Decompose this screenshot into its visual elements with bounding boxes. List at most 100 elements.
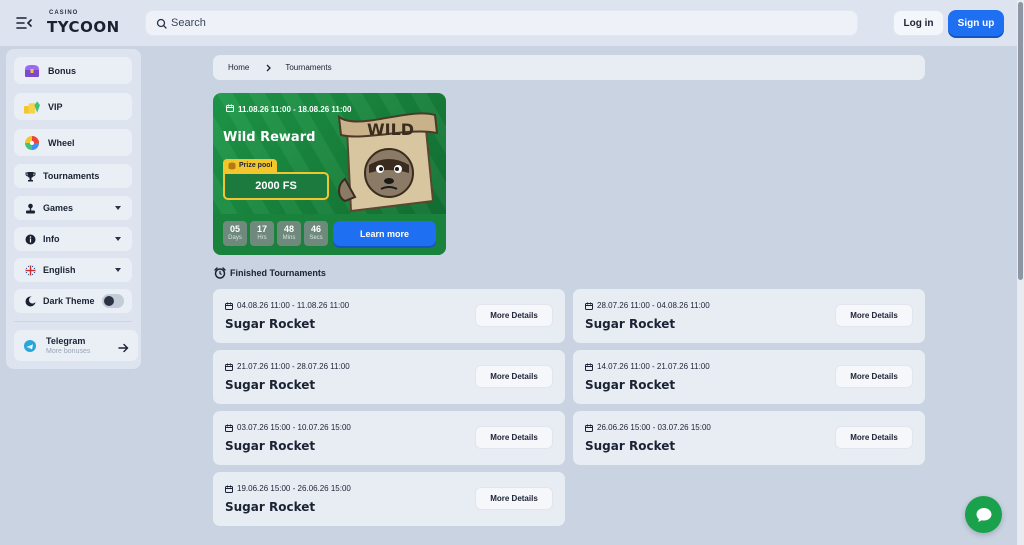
tournament-card-dates-text: 19.06.26 15:00 - 26.06.26 15:00 [237,484,351,493]
countdown-value: 17 [256,224,267,234]
calendar-icon [585,424,593,432]
countdown-seconds: 46 Secs [304,221,328,246]
countdown-unit: Secs [309,235,323,241]
casino-tycoon-logo[interactable]: CASINO TYCOON [47,9,119,37]
tournament-card-dates: 03.07.26 15:00 - 10.07.26 15:00 [225,423,351,432]
sidebar-item-vip[interactable]: VIP [14,93,132,120]
more-details-button[interactable]: More Details [835,365,913,388]
treasure-chest-icon [24,63,40,79]
wild-raccoon-illustration: WILD [329,101,441,218]
info-icon [24,233,36,245]
breadcrumb: Home Tournaments [213,55,925,80]
chevron-right-icon [266,64,272,72]
tournament-card-name: Sugar Rocket [225,500,316,514]
tournament-card: 21.07.26 11:00 - 28.07.26 11:00 Sugar Ro… [213,350,565,404]
scrollbar-thumb[interactable] [1018,2,1023,280]
telegram-title: Telegram [46,336,86,346]
countdown-unit: Mins [282,235,296,241]
more-details-button[interactable]: More Details [475,426,553,449]
tournament-card: 04.08.26 11:00 - 11.08.26 11:00 Sugar Ro… [213,289,565,343]
tournament-card-name: Sugar Rocket [585,439,676,453]
calendar-icon [225,363,233,371]
signup-button[interactable]: Sign up [948,10,1004,36]
countdown-unit: Hrs [257,235,267,241]
prize-pool-label-text: Prize pool [239,162,273,169]
more-details-button[interactable]: More Details [835,304,913,327]
support-chat-button[interactable] [965,496,1002,533]
sidebar-item-info[interactable]: Info [14,227,132,251]
tournament-card-dates: 14.07.26 11:00 - 21.07.26 11:00 [585,362,710,371]
sidebar-item-label: English [43,265,76,275]
sidebar: Bonus VIP Wheel Tournaments Games Info E… [6,49,141,369]
sidebar-item-label: Wheel [48,137,75,148]
tournament-card-dates: 28.07.26 11:00 - 04.08.26 11:00 [585,301,710,310]
breadcrumb-home[interactable]: Home [228,63,249,72]
telegram-icon [24,340,36,352]
tournament-card-dates: 21.07.26 11:00 - 28.07.26 11:00 [225,362,350,371]
sidebar-item-language[interactable]: English [14,258,132,282]
finished-tournaments-heading: Finished Tournaments [214,267,326,279]
tournament-card-name: Sugar Rocket [585,378,676,392]
tournament-card: 14.07.26 11:00 - 21.07.26 11:00 Sugar Ro… [573,350,925,404]
more-details-button[interactable]: More Details [475,365,553,388]
chevron-down-icon [115,206,121,210]
wheel-icon [24,135,40,151]
tournament-card-dates-text: 28.07.26 11:00 - 04.08.26 11:00 [597,301,710,310]
logo-small-text: CASINO [49,10,79,16]
countdown-minutes: 48 Mins [277,221,301,246]
finished-tournaments-title: Finished Tournaments [230,268,326,278]
search-bar[interactable]: Search [145,10,858,36]
sidebar-item-bonus[interactable]: Bonus [14,57,132,84]
tournament-card-name: Sugar Rocket [225,378,316,392]
toggle-knob [104,296,114,306]
more-details-button[interactable]: More Details [475,304,553,327]
prize-pool-value: 2000 FS [223,172,329,200]
calendar-icon [585,363,593,371]
more-details-button[interactable]: More Details [475,487,553,510]
learn-more-button[interactable]: Learn more [333,221,436,246]
tournament-title: Wild Reward [223,130,316,145]
tournament-card-dates-text: 14.07.26 11:00 - 21.07.26 11:00 [597,362,710,371]
top-header: CASINO TYCOON Search Log in Sign up [0,0,1024,46]
telegram-link[interactable]: Telegram More bonuses [14,330,138,361]
alarm-clock-icon [214,267,226,279]
calendar-icon [225,485,233,493]
uk-flag-icon [24,264,36,276]
breadcrumb-current: Tournaments [285,63,332,72]
collapse-menu-icon[interactable] [12,12,36,34]
tournament-card-dates-text: 04.08.26 11:00 - 11.08.26 11:00 [237,301,350,310]
calendar-icon [226,104,234,114]
search-icon [156,18,167,29]
tournament-dates: 11.08.26 11:00 - 18.08.26 11:00 [226,104,351,114]
wild-sign-text: WILD [367,120,414,139]
sidebar-divider [14,321,132,322]
active-tournament-card: WILD 11.08.26 11:00 - 18.08.26 11:00 Wil… [213,93,446,255]
tournament-card-dates-text: 26.06.26 15:00 - 03.07.26 15:00 [597,423,711,432]
tournament-card-dates: 04.08.26 11:00 - 11.08.26 11:00 [225,301,349,310]
sidebar-item-label: Bonus [48,65,76,76]
chat-bubble-icon [976,507,991,522]
vip-icon [24,99,40,115]
tournament-card-dates-text: 03.07.26 15:00 - 10.07.26 15:00 [237,423,351,432]
countdown-unit: Days [228,235,242,241]
login-button[interactable]: Log in [893,10,944,36]
coins-icon [228,162,236,169]
tournament-card-name: Sugar Rocket [225,439,316,453]
countdown-value: 05 [229,224,240,234]
sidebar-item-games[interactable]: Games [14,196,132,220]
tournament-card-name: Sugar Rocket [585,317,676,331]
dark-theme-toggle[interactable] [102,294,124,308]
tournament-card-dates-text: 21.07.26 11:00 - 28.07.26 11:00 [237,362,350,371]
tournament-card: 28.07.26 11:00 - 04.08.26 11:00 Sugar Ro… [573,289,925,343]
countdown-hours: 17 Hrs [250,221,274,246]
sidebar-item-tournaments[interactable]: Tournaments [14,164,132,188]
more-details-button[interactable]: More Details [835,426,913,449]
calendar-icon [225,424,233,432]
sidebar-item-wheel[interactable]: Wheel [14,129,132,156]
tournament-card: 03.07.26 15:00 - 10.07.26 15:00 Sugar Ro… [213,411,565,465]
tournament-card: 26.06.26 15:00 - 03.07.26 15:00 Sugar Ro… [573,411,925,465]
sidebar-item-label: VIP [48,101,63,112]
tournament-card-name: Sugar Rocket [225,317,316,331]
moon-icon [24,295,36,307]
sidebar-item-label: Games [43,203,74,213]
